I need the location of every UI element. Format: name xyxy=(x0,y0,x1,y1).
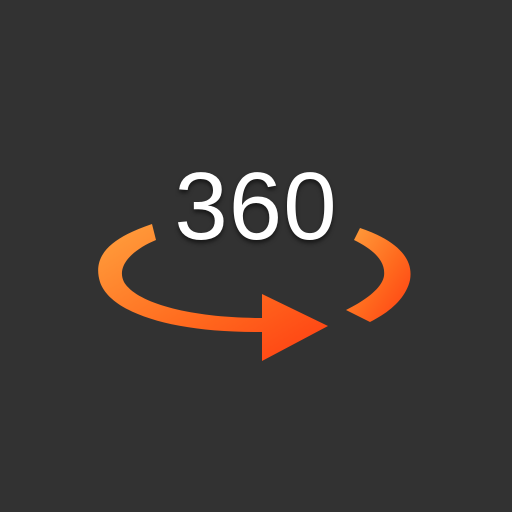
app-icon-360[interactable]: 360 xyxy=(0,0,512,512)
icon-label: 360 xyxy=(174,153,338,260)
